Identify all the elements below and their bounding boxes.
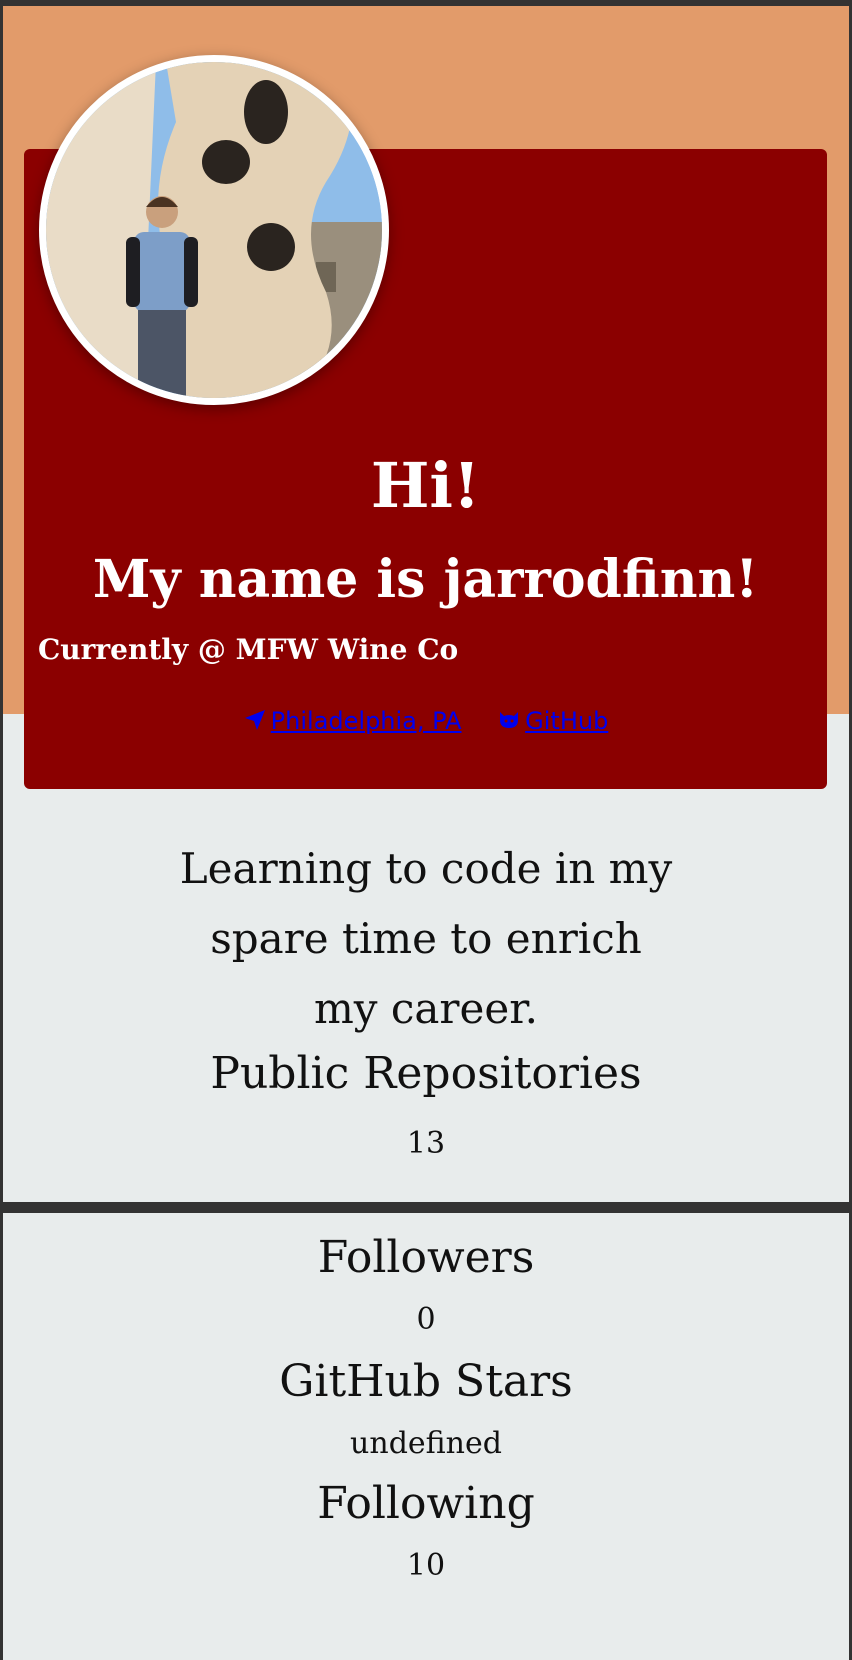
stars-value: undefined bbox=[350, 1426, 502, 1461]
name-heading: My name is jarrodfinn! bbox=[92, 549, 759, 610]
bio-line: my career. bbox=[313, 984, 539, 1033]
following-label: Following bbox=[317, 1478, 535, 1529]
followers-label: Followers bbox=[317, 1232, 535, 1283]
divider bbox=[3, 1202, 849, 1213]
stars-label: GitHub Stars bbox=[279, 1356, 573, 1407]
github-icon bbox=[500, 712, 519, 728]
repos-value: 13 bbox=[406, 1126, 446, 1161]
profile-links: Philadelphia, PA GitHub bbox=[24, 707, 827, 735]
followers-value: 0 bbox=[416, 1302, 436, 1337]
bio-line: spare time to enrich bbox=[210, 914, 642, 963]
location-link[interactable]: Philadelphia, PA bbox=[243, 707, 462, 735]
greeting-heading: Hi! bbox=[370, 449, 481, 522]
company-text: Currently @ MFW Wine Co bbox=[38, 633, 459, 666]
bio-line: Learning to code in my bbox=[179, 844, 673, 893]
bio-text: Learning to code in my spare time to enr… bbox=[3, 834, 849, 1044]
profile-page: Hi! My name is jarrodfinn! Currently @ M… bbox=[3, 6, 849, 1660]
location-arrow-icon bbox=[244, 710, 265, 730]
repos-label: Public Repositories bbox=[210, 1048, 642, 1099]
avatar bbox=[39, 55, 389, 405]
following-value: 10 bbox=[406, 1548, 446, 1583]
github-link[interactable]: GitHub bbox=[497, 707, 608, 735]
